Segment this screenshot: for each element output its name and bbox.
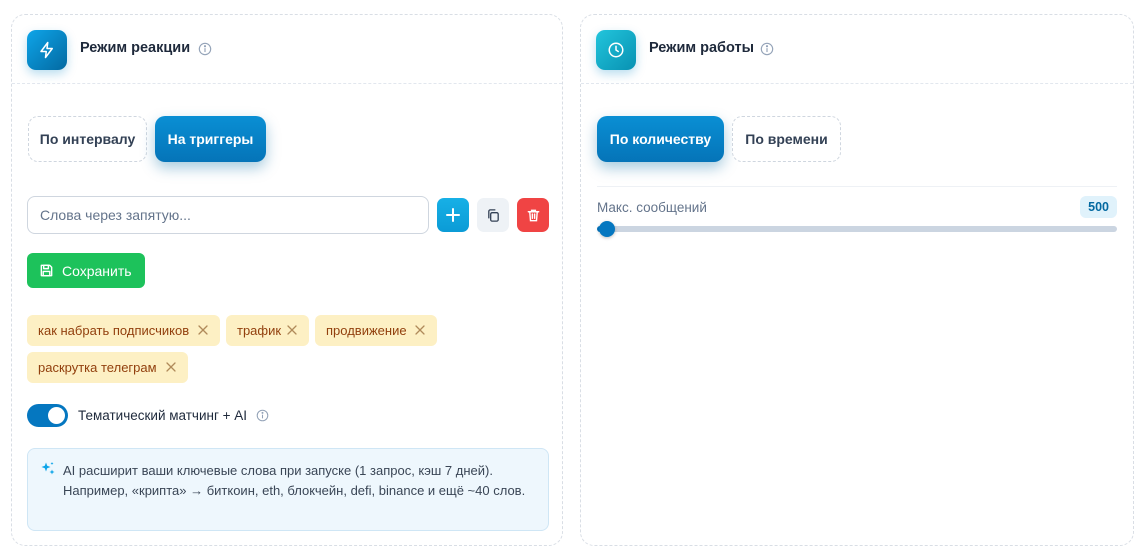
delete-keywords-button[interactable] xyxy=(517,198,549,232)
save-button-label: Сохранить xyxy=(62,262,132,279)
remove-tag-icon[interactable] xyxy=(197,324,209,336)
keyword-tag: как набрать подписчиков xyxy=(27,315,220,346)
max-messages-label: Макс. сообщений xyxy=(597,200,707,215)
work-mode-card: Режим работы По количеству По времени Ма… xyxy=(580,14,1134,546)
remove-tag-icon[interactable] xyxy=(165,361,177,373)
info-icon[interactable] xyxy=(256,409,269,422)
sparkles-icon xyxy=(41,462,55,475)
remove-tag-icon[interactable] xyxy=(286,324,298,336)
mode-time-button[interactable]: По времени xyxy=(732,116,841,162)
work-mode-title: Режим работы xyxy=(649,40,754,56)
save-icon xyxy=(40,264,53,277)
mode-triggers-button[interactable]: На триггеры xyxy=(155,116,266,162)
save-button[interactable]: Сохранить xyxy=(27,253,145,288)
ai-note-box: AI расширит ваши ключевые слова при запу… xyxy=(27,448,549,531)
ai-note-text: AI расширит ваши ключевые слова при запу… xyxy=(63,463,526,498)
copy-keywords-button[interactable] xyxy=(477,198,509,232)
thematic-matching-label: Тематический матчинг + AI xyxy=(78,408,248,423)
toggle-knob xyxy=(48,407,65,424)
reaction-mode-title: Режим реакции xyxy=(80,40,191,56)
info-icon[interactable] xyxy=(760,42,774,56)
lightning-icon xyxy=(27,30,67,70)
reaction-mode-card: Режим реакции По интервалу На триггеры С… xyxy=(11,14,563,546)
reaction-mode-header: Режим реакции xyxy=(12,15,562,84)
copy-icon xyxy=(487,208,499,222)
info-icon[interactable] xyxy=(198,42,212,56)
clock-icon xyxy=(596,30,636,70)
remove-tag-icon[interactable] xyxy=(414,324,426,336)
keyword-tag: трафик xyxy=(226,315,309,346)
keywords-input[interactable] xyxy=(27,196,429,234)
max-messages-slider[interactable] xyxy=(597,221,1117,237)
thematic-matching-toggle[interactable] xyxy=(27,404,68,427)
mode-interval-button[interactable]: По интервалу xyxy=(28,116,147,162)
mode-count-button[interactable]: По количеству xyxy=(597,116,724,162)
trash-icon xyxy=(527,209,539,221)
keyword-tag: продвижение xyxy=(315,315,437,346)
slider-thumb[interactable] xyxy=(599,221,616,237)
add-keyword-button[interactable] xyxy=(437,198,469,232)
keyword-tag: раскрутка телеграм xyxy=(27,352,188,383)
divider xyxy=(597,186,1117,187)
plus-icon xyxy=(446,208,460,222)
work-mode-header: Режим работы xyxy=(581,15,1133,84)
max-messages-value: 500 xyxy=(1080,196,1117,218)
